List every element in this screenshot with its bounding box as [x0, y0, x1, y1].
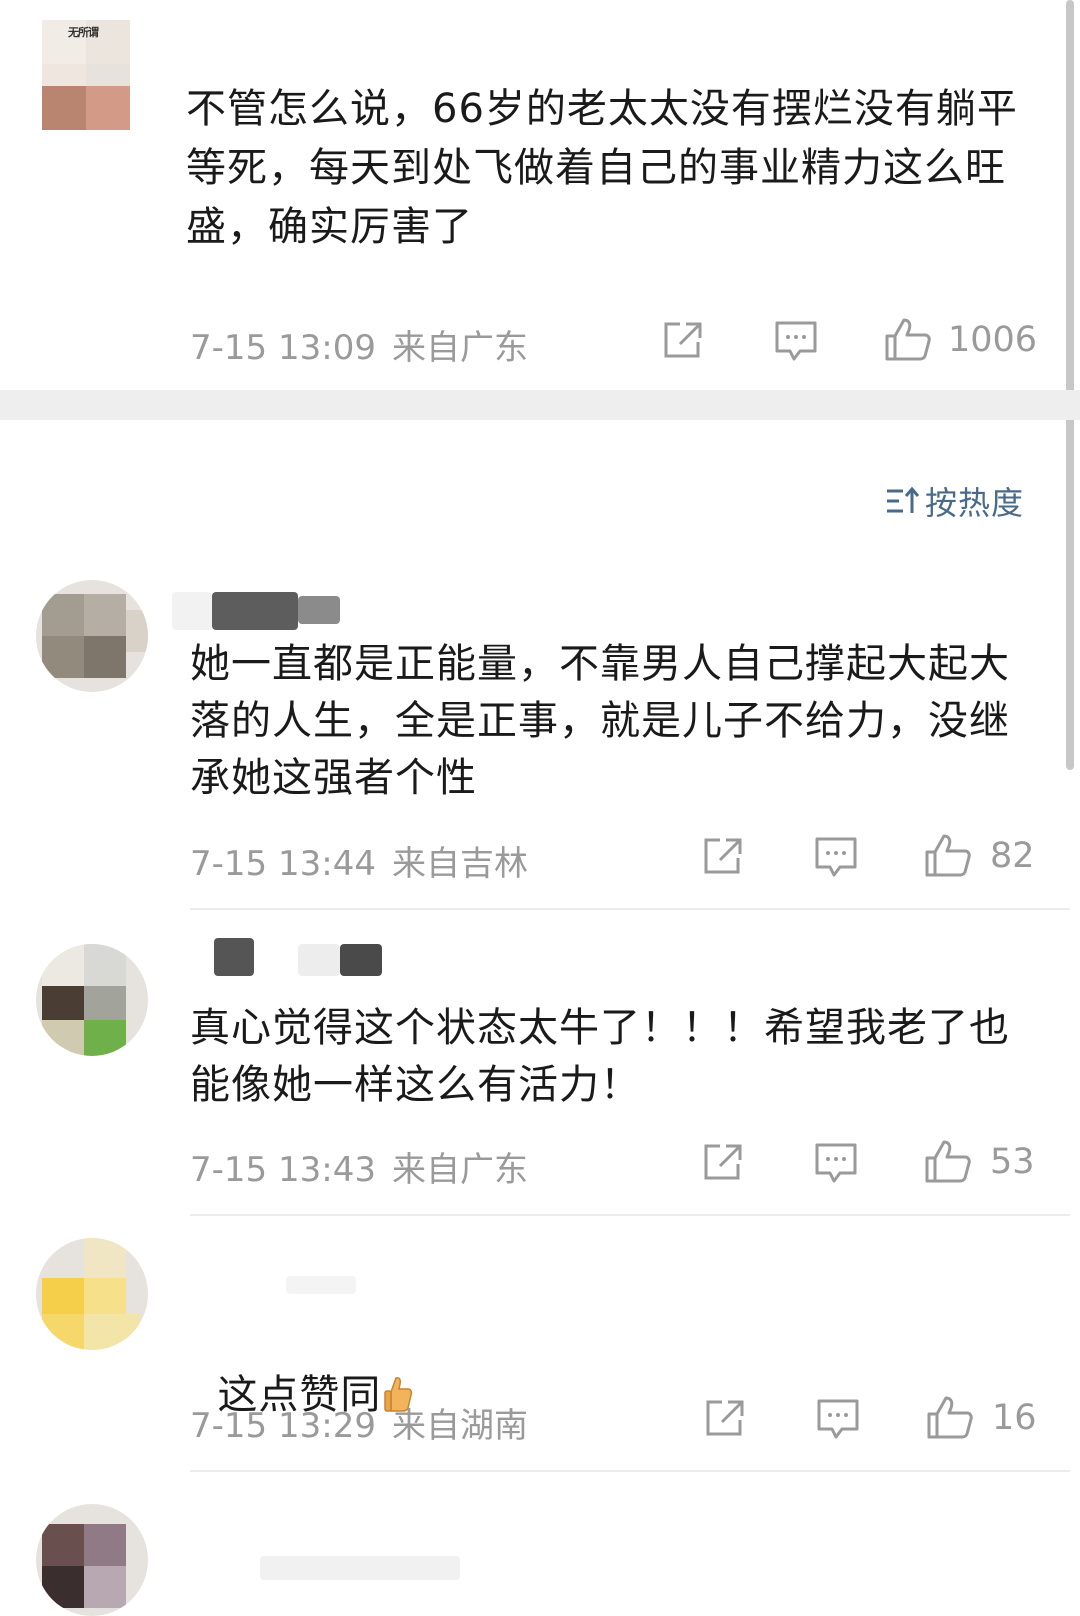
like-count: 1006 — [948, 320, 1038, 360]
comment-icon[interactable] — [814, 836, 858, 878]
comment-time: 7-15 13:09 — [190, 328, 376, 368]
username-blurred[interactable] — [260, 1556, 460, 1580]
thumbs-up-icon[interactable] — [884, 316, 932, 362]
avatar-label: 无所谓 — [68, 26, 99, 39]
username-blurred[interactable] — [214, 938, 254, 976]
comment-time: 7-15 13:29 — [190, 1406, 376, 1446]
comment-location: 来自广东 — [391, 1150, 528, 1190]
like-count: 82 — [990, 836, 1035, 876]
username-blurred[interactable] — [172, 592, 212, 630]
like-count: 16 — [992, 1398, 1037, 1438]
share-icon[interactable] — [662, 320, 704, 360]
avatar[interactable]: 无所谓 — [42, 20, 130, 130]
reply-text: 真心觉得这个状态太牛了！！！希望我老了也能像她一样这么有活力！ — [190, 1005, 1010, 1108]
comment-icon[interactable] — [816, 1398, 860, 1440]
avatar[interactable] — [36, 1238, 148, 1350]
reply-text: 她一直都是正能量，不靠男人自己撑起大起大落的人生，全是正事，就是儿子不给力，没继… — [190, 641, 1010, 801]
thumbs-up-icon[interactable] — [926, 1394, 974, 1440]
username-blurred[interactable] — [298, 596, 340, 624]
row-divider — [190, 908, 1070, 910]
comment-time: 7-15 13:43 — [190, 1150, 376, 1190]
main-comment-meta: 7-15 13:09 来自广东 — [190, 320, 528, 369]
avatar[interactable] — [36, 1504, 148, 1616]
reply-meta: 7-15 13:43 来自广东 — [190, 1142, 528, 1191]
thumbs-up-icon[interactable] — [924, 1138, 972, 1184]
comment-time: 7-15 13:44 — [190, 844, 376, 884]
comment-icon[interactable] — [774, 320, 818, 362]
main-comment-text: 不管怎么说，66岁的老太太没有摆烂没有躺平等死，每天到处飞做着自己的事业精力这么… — [186, 86, 1018, 250]
username-blurred[interactable] — [340, 944, 382, 976]
sort-icon — [885, 486, 921, 524]
avatar[interactable] — [36, 944, 148, 1056]
comment-icon[interactable] — [814, 1142, 858, 1184]
share-icon[interactable] — [704, 1398, 746, 1438]
sort-toggle[interactable]: 按热度 — [885, 478, 1024, 524]
scrollbar-thumb[interactable] — [1066, 0, 1074, 770]
row-divider — [190, 1470, 1070, 1472]
comment-location: 来自湖南 — [391, 1406, 528, 1446]
sort-label: 按热度 — [924, 484, 1024, 522]
avatar[interactable] — [36, 580, 148, 692]
share-icon[interactable] — [702, 1142, 744, 1182]
comment-location: 来自吉林 — [391, 844, 528, 884]
reply-meta: 7-15 13:44 来自吉林 — [190, 836, 528, 885]
section-divider — [0, 390, 1080, 420]
username-blurred[interactable] — [212, 592, 298, 630]
username-blurred[interactable] — [286, 1276, 356, 1294]
reply-meta: 7-15 13:29 来自湖南 — [190, 1398, 528, 1447]
row-divider — [190, 1214, 1070, 1216]
comment-location: 来自广东 — [391, 328, 528, 368]
username-blurred[interactable] — [298, 944, 340, 976]
share-icon[interactable] — [702, 836, 744, 876]
thumbs-up-icon[interactable] — [924, 832, 972, 878]
like-count: 53 — [990, 1142, 1035, 1182]
